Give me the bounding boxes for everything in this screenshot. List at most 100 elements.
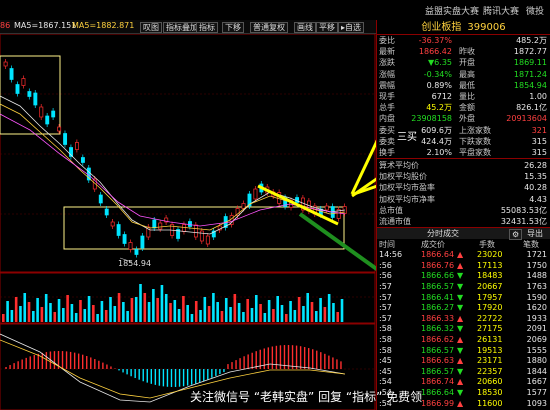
tick-direction: ▼ — [457, 324, 464, 334]
volume-bar — [327, 294, 331, 322]
tick-count: 1763 — [526, 281, 547, 291]
candle-body — [3, 61, 8, 67]
quote-label: 金额 — [459, 103, 475, 113]
quote-label: 外盘 — [459, 114, 475, 124]
tick-row[interactable]: :56 1866.76 ▲ 17113 1750 — [377, 261, 550, 272]
volume-bar — [323, 307, 327, 322]
top-link-contest[interactable]: 益盟实盘大赛 — [425, 4, 479, 17]
volume-bar — [306, 293, 310, 322]
toolbar-button-draw[interactable]: 画线 — [294, 22, 316, 33]
volume-bar — [156, 298, 159, 322]
quote-label: 上涨家数 — [459, 125, 491, 135]
candle-body — [122, 234, 127, 244]
stat-value: 26.28 — [524, 161, 547, 171]
volume-bar — [104, 310, 108, 322]
tick-price: 1866.63 — [421, 356, 455, 366]
tick-time: 14:56 — [379, 250, 403, 260]
ticks-col-count: 笔数 — [523, 240, 539, 250]
tick-row[interactable]: :57 1866.27 ▼ 17920 1620 — [377, 303, 550, 314]
volume-bar — [319, 298, 322, 322]
tick-row[interactable]: 14:56 1866.64 ▲ 23020 1721 — [377, 250, 550, 261]
tick-volume: 18530 — [477, 387, 503, 397]
tick-row[interactable]: :57 1866.57 ▼ 20667 1763 — [377, 282, 550, 293]
stat-label: 算术平均价 — [379, 161, 419, 171]
volume-bar — [36, 298, 39, 322]
quote-label: 震幅 — [379, 80, 395, 90]
tick-count: 1933 — [526, 313, 547, 323]
tick-row[interactable]: :45 1866.57 ▼ 22357 1844 — [377, 367, 550, 378]
candle-body — [57, 126, 62, 132]
candle-body — [80, 157, 85, 163]
stat-label: 流通市值 — [379, 217, 411, 226]
stat-label: 加权平均市净率 — [379, 194, 435, 204]
tick-row[interactable]: :58 1866.32 ▼ 27175 2091 — [377, 324, 550, 335]
stat-label: 加权平均股价 — [379, 172, 427, 182]
quote-label: 开盘 — [459, 58, 475, 68]
kline-chart-svg: 1854.94 — [0, 33, 471, 410]
toolbar-button-move-down[interactable]: 下移 — [222, 22, 244, 33]
quote-value: 20913604 — [506, 114, 547, 124]
quote-row: 涨跌 ▼6.35 开盘 1869.11 — [377, 57, 550, 68]
tick-direction: ▼ — [457, 281, 464, 291]
volume-bar — [203, 297, 207, 322]
tick-count: 1555 — [526, 345, 547, 355]
kline-chart-area[interactable]: 1854.94 — [0, 33, 471, 410]
ma10-label: MA5=1882.871 — [72, 21, 135, 30]
quote-value: 1866.42 — [418, 47, 452, 57]
toolbar-button-chart[interactable]: 叹图 — [140, 22, 162, 33]
chart-toolbar: 86 MA5=1867.151 MA5=1882.871 叹图 指标叠加 指标 … — [0, 20, 376, 34]
volume-bar — [212, 293, 215, 322]
toolbar-button-adjust[interactable]: 普通复权 — [250, 22, 288, 33]
top-link-tencent[interactable]: 腾讯大赛 — [483, 4, 519, 17]
quote-value: 45.2万 — [426, 103, 452, 113]
volume-bar — [272, 309, 275, 322]
ticks-list[interactable]: 14:56 1866.64 ▲ 23020 1721:56 1866.76 ▲ 17113 17… — [377, 250, 550, 409]
volume-bar — [224, 298, 228, 322]
tick-row[interactable]: :57 1866.41 ▼ 17957 1590 — [377, 293, 550, 304]
tick-time: :56 — [379, 271, 392, 281]
tick-price: 1866.57 — [421, 366, 455, 376]
tick-row[interactable]: :58 1866.62 ▲ 26131 2069 — [377, 335, 550, 346]
candle-body — [193, 224, 198, 238]
tick-price: 1866.27 — [421, 303, 455, 313]
tick-count: 1093 — [526, 398, 547, 408]
quote-value: 1872.77 — [513, 47, 547, 57]
tick-price: 1866.64 — [421, 387, 455, 397]
tick-time: :58 — [379, 345, 392, 355]
ticks-col-price: 成交价 — [421, 240, 445, 250]
volume-bar — [314, 311, 318, 322]
tick-row[interactable]: :57 1866.33 ▲ 22722 1933 — [377, 314, 550, 325]
volume-bar — [23, 293, 27, 322]
toolbar-button-watchlist[interactable]: ▸自选 — [338, 22, 365, 33]
stat-row: 流通市值 32431.53亿 — [377, 216, 550, 227]
candle-body — [199, 230, 204, 242]
volume-bar — [289, 301, 292, 322]
tick-direction: ▲ — [457, 250, 464, 260]
tick-volume: 27175 — [477, 324, 503, 334]
quote-value: 1.00 — [529, 91, 547, 101]
tick-time: :57 — [379, 303, 392, 313]
quote-row: 总手 45.2万 金额 826.1亿 — [377, 102, 550, 113]
tick-row[interactable]: :54 1866.74 ▲ 20660 1667 — [377, 377, 550, 388]
tick-direction: ▼ — [457, 387, 464, 397]
tick-row[interactable]: :56 1866.66 ▼ 18483 1488 — [377, 271, 550, 282]
volume-bar — [6, 301, 9, 322]
tick-direction: ▼ — [457, 292, 464, 302]
toolbar-button-pan[interactable]: 平移 — [316, 22, 338, 33]
tick-direction: ▲ — [457, 260, 464, 270]
volume-bar — [14, 297, 18, 322]
stat-row: 总市值 55083.53亿 — [377, 205, 550, 216]
tick-price: 1866.33 — [421, 313, 455, 323]
quote-label: 内盘 — [379, 114, 395, 124]
tick-row[interactable]: :45 1866.63 ▲ 23171 1880 — [377, 356, 550, 367]
tick-row[interactable]: :58 1866.57 ▼ 19513 1555 — [377, 346, 550, 357]
quote-row: 最新 1866.42 昨收 1872.77 — [377, 46, 550, 57]
volume-bar — [32, 311, 35, 322]
quote-label: 下跌家数 — [459, 136, 491, 146]
top-link-weitou[interactable]: 微投 — [526, 4, 544, 17]
tick-time: :45 — [379, 356, 392, 366]
tick-price: 1866.62 — [421, 334, 455, 344]
volume-bar — [182, 296, 185, 322]
tick-time: :57 — [379, 281, 392, 291]
toolbar-button-indicator[interactable]: 指标 — [196, 22, 218, 33]
